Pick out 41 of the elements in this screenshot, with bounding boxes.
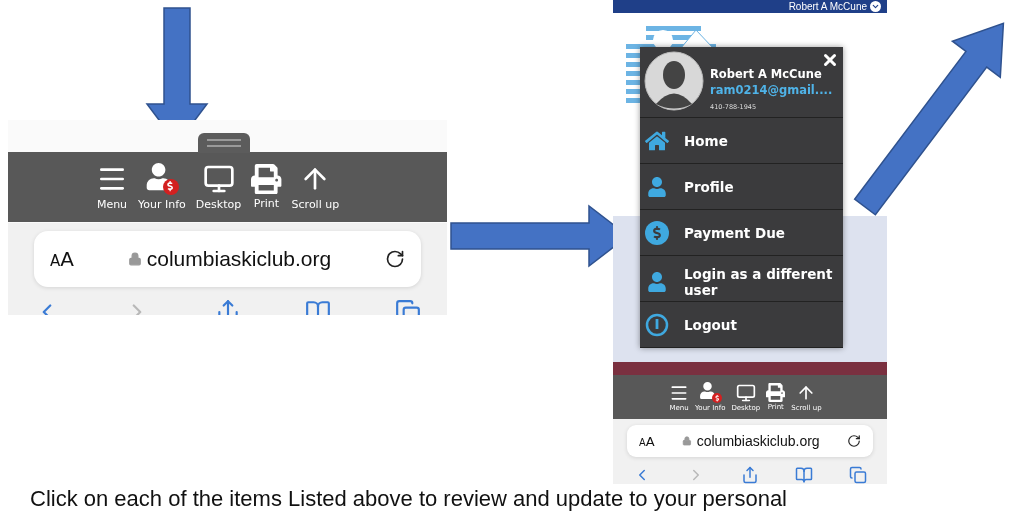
address-bar[interactable]: AA columbiaskiclub.org <box>627 425 873 457</box>
user-dollar-icon <box>145 163 179 195</box>
toolbar-button[interactable]: Desktop <box>195 163 242 211</box>
avatar-silhouette <box>644 51 704 111</box>
lock-icon <box>127 252 142 266</box>
menu-item[interactable]: Logout <box>640 302 843 348</box>
user-email: ram0214@gmail.... <box>710 83 833 97</box>
lock-icon <box>681 436 692 446</box>
reload-icon[interactable] <box>385 249 405 269</box>
monitor-icon <box>202 163 235 195</box>
instruction-text: Click on each of the items Listed above to review and update to your personal <box>30 486 787 512</box>
power-icon <box>645 312 669 337</box>
address-bar[interactable]: AA columbiaskiclub.org <box>34 231 421 287</box>
share-icon[interactable] <box>741 466 759 484</box>
toolbar-button[interactable]: Scroll up <box>291 163 340 211</box>
user-icon <box>647 176 667 197</box>
user-icon <box>647 271 667 292</box>
monitor-icon <box>735 382 756 403</box>
tabs-icon[interactable] <box>849 466 867 484</box>
chevron-down-icon[interactable] <box>870 0 881 12</box>
toolbar-button[interactable]: Menu <box>96 163 128 211</box>
text-size-button[interactable]: AA <box>639 433 655 449</box>
text-size-button[interactable]: AA <box>50 247 74 271</box>
reload-icon[interactable] <box>847 434 861 448</box>
url-text: columbiaskiclub.org <box>146 247 332 271</box>
toolbar-button[interactable]: Print <box>251 163 282 211</box>
book-icon[interactable] <box>795 466 813 484</box>
menu-item[interactable]: Login as a different user <box>640 256 843 302</box>
close-icon[interactable] <box>821 51 839 69</box>
printer-icon <box>766 383 786 403</box>
menu-item[interactable]: Home <box>640 118 843 164</box>
user-dollar-icon <box>698 382 722 404</box>
user-name: Robert A McCune <box>788 0 867 12</box>
url-text: columbiaskiclub.org <box>696 433 820 449</box>
menu-item[interactable]: Profile <box>640 164 843 210</box>
dollar-circle-icon <box>645 220 669 245</box>
toolbar-handle[interactable] <box>198 133 250 153</box>
menu-item[interactable]: Payment Due <box>640 210 843 256</box>
printer-icon <box>251 163 282 195</box>
toolbar-button[interactable]: Your Info <box>138 163 186 211</box>
user-name: Robert A McCune <box>710 67 823 81</box>
